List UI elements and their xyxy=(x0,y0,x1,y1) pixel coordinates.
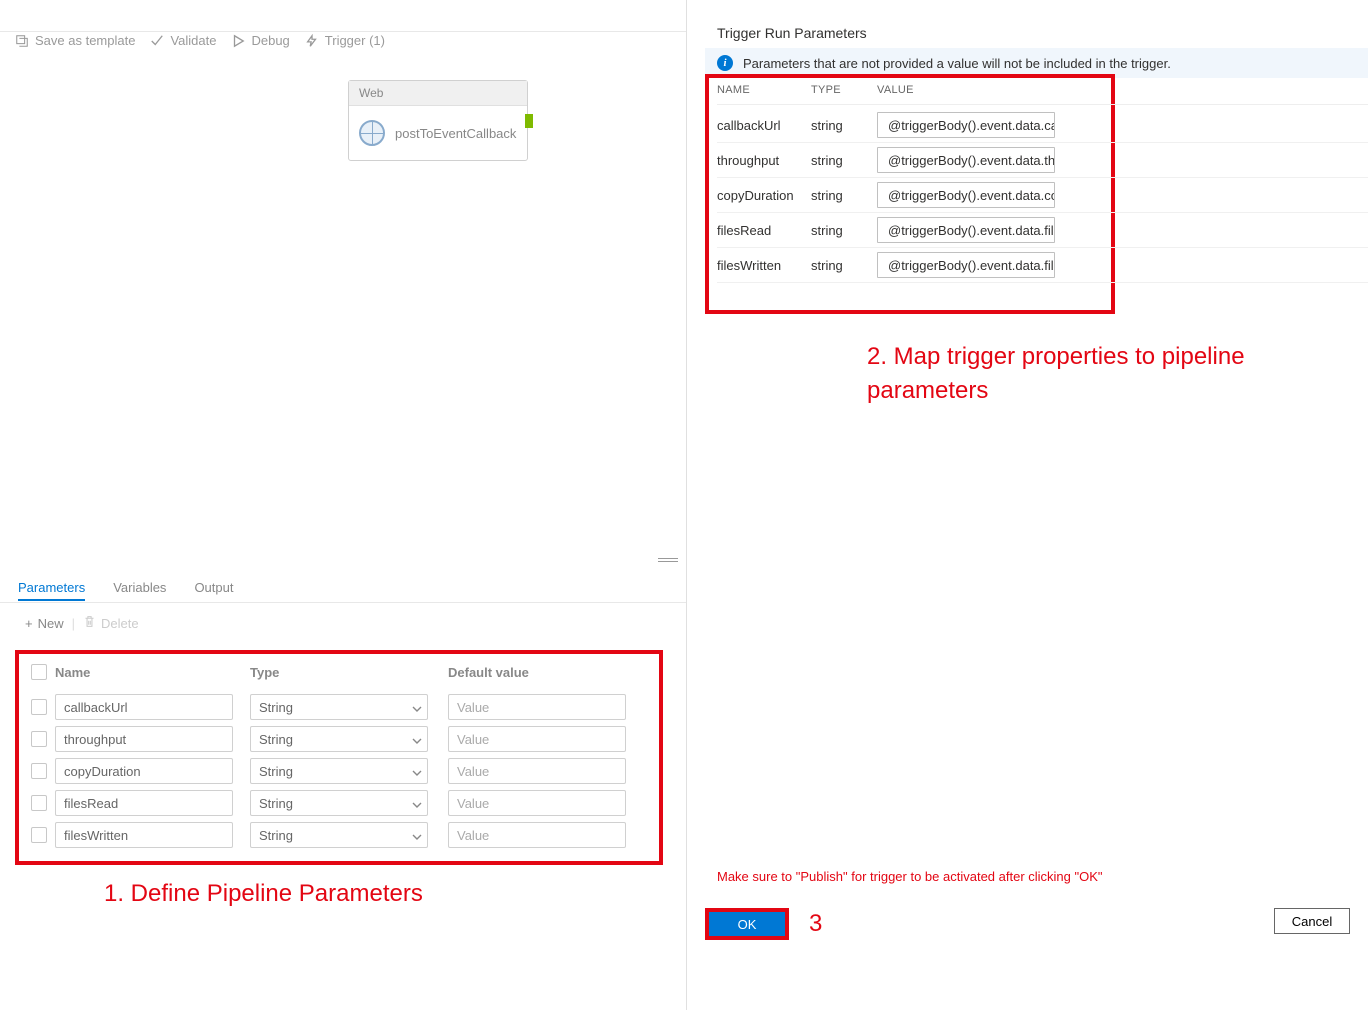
new-label: New xyxy=(38,616,64,631)
param-type-select[interactable]: String xyxy=(250,726,428,752)
param-value-input[interactable] xyxy=(448,726,626,752)
trigger-label: Trigger (1) xyxy=(325,33,385,48)
validate-button[interactable]: Validate xyxy=(150,33,216,48)
th-value: VALUE xyxy=(877,84,1368,96)
trigger-param-value-input[interactable]: @triggerBody().event.data.fil... xyxy=(877,252,1055,278)
separator: | xyxy=(72,616,75,631)
param-name-input[interactable] xyxy=(55,726,233,752)
toolbar: Save as template Validate Debug Trigger … xyxy=(15,33,385,48)
trigger-param-type: string xyxy=(811,118,877,133)
row-checkbox[interactable] xyxy=(31,827,47,843)
th-name: NAME xyxy=(717,84,811,96)
trigger-icon xyxy=(305,34,319,48)
param-row: String xyxy=(31,822,647,848)
trigger-param-type: string xyxy=(811,188,877,203)
trigger-param-name: filesWritten xyxy=(717,258,811,273)
row-checkbox[interactable] xyxy=(31,699,47,715)
param-type-select[interactable]: String xyxy=(250,790,428,816)
parameters-box: Name Type Default value String String xyxy=(15,650,663,865)
trigger-row: filesWritten string @triggerBody().event… xyxy=(717,248,1368,283)
save-template-button[interactable]: Save as template xyxy=(15,33,135,48)
play-icon xyxy=(231,34,245,48)
trigger-param-name: throughput xyxy=(717,153,811,168)
actions-bar: + New | Delete xyxy=(25,615,139,631)
trigger-row: throughput string @triggerBody().event.d… xyxy=(717,143,1368,178)
trigger-param-type: string xyxy=(811,153,877,168)
validate-label: Validate xyxy=(170,33,216,48)
param-value-input[interactable] xyxy=(448,822,626,848)
trigger-param-value-input[interactable]: @triggerBody().event.data.ca... xyxy=(877,112,1055,138)
annotation-three: 3 xyxy=(809,910,822,938)
save-template-label: Save as template xyxy=(35,33,135,48)
param-name-input[interactable] xyxy=(55,790,233,816)
debug-label: Debug xyxy=(251,33,289,48)
trigger-param-value-input[interactable]: @triggerBody().event.data.fil... xyxy=(877,217,1055,243)
param-type-select[interactable]: String xyxy=(250,694,428,720)
th-type: TYPE xyxy=(811,84,877,96)
annotation-two: 2. Map trigger properties to pipeline pa… xyxy=(867,340,1368,407)
trigger-row: callbackUrl string @triggerBody().event.… xyxy=(717,108,1368,143)
trigger-param-value-input[interactable]: @triggerBody().event.data.co... xyxy=(877,182,1055,208)
annotation-one: 1. Define Pipeline Parameters xyxy=(104,880,423,908)
canvas-node-type: Web xyxy=(349,81,527,106)
trigger-param-name: callbackUrl xyxy=(717,118,811,133)
param-name-input[interactable] xyxy=(55,822,233,848)
delete-button[interactable]: Delete xyxy=(83,615,139,631)
save-template-icon xyxy=(15,34,29,48)
canvas-node-label: postToEventCallback xyxy=(395,126,516,141)
info-text: Parameters that are not provided a value… xyxy=(743,56,1171,71)
canvas-node[interactable]: Web postToEventCallback xyxy=(348,80,528,161)
trigger-param-type: string xyxy=(811,223,877,238)
col-header-name: Name xyxy=(55,665,250,680)
tab-variables[interactable]: Variables xyxy=(113,580,166,601)
trigger-param-value-input[interactable]: @triggerBody().event.data.th... xyxy=(877,147,1055,173)
param-name-input[interactable] xyxy=(55,694,233,720)
panel-title: Trigger Run Parameters xyxy=(717,25,867,41)
cancel-button[interactable]: Cancel xyxy=(1274,908,1350,934)
info-icon: i xyxy=(717,55,733,71)
row-checkbox[interactable] xyxy=(31,763,47,779)
trigger-row: copyDuration string @triggerBody().event… xyxy=(717,178,1368,213)
trigger-param-name: copyDuration xyxy=(717,188,811,203)
right-panel: Trigger Run Parameters i Parameters that… xyxy=(686,0,1368,1010)
param-row: String xyxy=(31,694,647,720)
ok-button[interactable]: OK xyxy=(709,912,785,936)
delete-label: Delete xyxy=(101,616,139,631)
drag-handle[interactable] xyxy=(658,558,678,562)
tab-output[interactable]: Output xyxy=(194,580,233,601)
param-row: String xyxy=(31,758,647,784)
tabs: Parameters Variables Output xyxy=(18,580,233,601)
row-checkbox[interactable] xyxy=(31,795,47,811)
param-type-select[interactable]: String xyxy=(250,758,428,784)
debug-button[interactable]: Debug xyxy=(231,33,289,48)
publish-note: Make sure to "Publish" for trigger to be… xyxy=(717,869,1103,884)
new-button[interactable]: + New xyxy=(25,616,64,631)
checkmark-icon xyxy=(150,34,164,48)
plus-icon: + xyxy=(25,616,33,631)
select-all-checkbox[interactable] xyxy=(31,664,47,680)
trash-icon xyxy=(83,615,96,631)
col-header-type: Type xyxy=(250,665,448,680)
trigger-param-type: string xyxy=(811,258,877,273)
param-type-select[interactable]: String xyxy=(250,822,428,848)
param-name-input[interactable] xyxy=(55,758,233,784)
col-header-default: Default value xyxy=(448,665,647,680)
param-value-input[interactable] xyxy=(448,790,626,816)
ok-highlight-box: OK xyxy=(705,908,789,940)
param-value-input[interactable] xyxy=(448,758,626,784)
row-checkbox[interactable] xyxy=(31,731,47,747)
param-value-input[interactable] xyxy=(448,694,626,720)
param-row: String xyxy=(31,726,647,752)
globe-icon xyxy=(359,120,385,146)
tab-parameters[interactable]: Parameters xyxy=(18,580,85,601)
node-connector[interactable] xyxy=(525,114,533,128)
param-row: String xyxy=(31,790,647,816)
trigger-button[interactable]: Trigger (1) xyxy=(305,33,385,48)
trigger-param-name: filesRead xyxy=(717,223,811,238)
trigger-row: filesRead string @triggerBody().event.da… xyxy=(717,213,1368,248)
